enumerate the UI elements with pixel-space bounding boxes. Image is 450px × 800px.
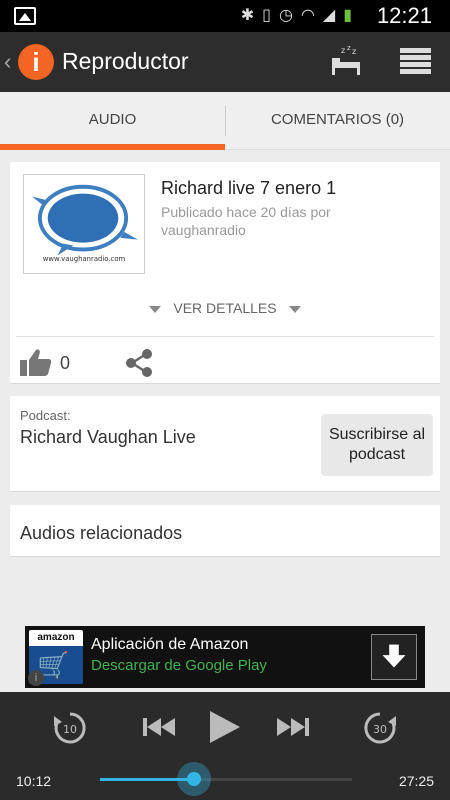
divider bbox=[16, 336, 434, 337]
podcast-name[interactable]: Richard Vaughan Live bbox=[20, 427, 196, 448]
thumbnail-url-text: www.vaughanradio.com bbox=[43, 255, 126, 263]
podcast-label: Podcast: bbox=[20, 408, 71, 423]
status-icons: ✱ ▯ ◷ ◠ ◢ ▮ bbox=[241, 5, 352, 27]
wifi-icon: ◠ bbox=[300, 7, 315, 24]
forward-seconds: 30 bbox=[373, 723, 387, 736]
tab-bar: AUDIO COMENTARIOS (0) bbox=[0, 92, 450, 150]
play-icon[interactable] bbox=[206, 709, 242, 745]
battery-icon: ▮ bbox=[343, 7, 352, 24]
back-chevron-icon[interactable]: ‹ bbox=[4, 49, 11, 75]
bluetooth-icon: ✱ bbox=[240, 7, 255, 24]
episode-card: www.vaughanradio.com Richard live 7 ener… bbox=[10, 162, 440, 384]
alarm-icon: ◷ bbox=[278, 7, 293, 24]
status-time: 12:21 bbox=[376, 3, 432, 28]
ad-info-icon[interactable]: i bbox=[28, 670, 44, 686]
ad-subtitle: Descargar de Google Play bbox=[91, 657, 267, 674]
seek-handle[interactable] bbox=[177, 762, 211, 796]
action-bar: ‹ i Reproductor z z z bbox=[0, 32, 450, 92]
tab-comments[interactable]: COMENTARIOS (0) bbox=[225, 92, 450, 150]
next-track-icon[interactable] bbox=[275, 716, 309, 738]
svg-text:z: z bbox=[352, 47, 356, 56]
episode-title: Richard live 7 enero 1 bbox=[161, 178, 337, 198]
svg-text:z: z bbox=[341, 46, 345, 55]
ad-title: Aplicación de Amazon bbox=[91, 636, 249, 653]
tab-audio[interactable]: AUDIO bbox=[0, 92, 225, 150]
thumbs-up-icon[interactable] bbox=[20, 348, 52, 376]
download-icon[interactable] bbox=[371, 634, 417, 680]
details-toggle[interactable]: VER DETALLES bbox=[10, 300, 440, 316]
forward-30-icon[interactable]: 30 bbox=[362, 710, 398, 746]
chevron-down-icon bbox=[149, 305, 162, 313]
like-count: 0 bbox=[60, 353, 71, 373]
image-notification-icon bbox=[14, 7, 36, 25]
podcast-card: Podcast: Richard Vaughan Live Suscribirs… bbox=[10, 396, 440, 492]
amazon-brand-text: amazon bbox=[29, 630, 83, 646]
app-logo-icon[interactable]: i bbox=[18, 44, 54, 80]
related-audios-card[interactable]: Audios relacionados bbox=[10, 505, 440, 557]
rewind-10-icon[interactable]: 10 bbox=[52, 710, 88, 746]
details-label: VER DETALLES bbox=[173, 300, 277, 316]
episode-meta: Publicado hace 20 días por vaughanradio bbox=[161, 204, 331, 238]
status-bar: ✱ ▯ ◷ ◠ ◢ ▮ 12:21 bbox=[0, 0, 450, 32]
episode-thumbnail[interactable]: www.vaughanradio.com bbox=[23, 174, 145, 274]
playlist-menu-icon[interactable] bbox=[400, 48, 431, 74]
subscribe-button[interactable]: Suscribirse al podcast bbox=[321, 414, 433, 476]
signal-icon: ◢ bbox=[322, 7, 336, 24]
chevron-down-icon bbox=[288, 305, 301, 313]
page-title: Reproductor bbox=[62, 48, 189, 74]
share-icon[interactable] bbox=[124, 348, 154, 378]
current-time: 10:12 bbox=[16, 773, 52, 789]
total-time: 27:25 bbox=[398, 773, 434, 789]
related-audios-label: Audios relacionados bbox=[20, 523, 183, 543]
audio-player: 10 30 10:12 27:25 bbox=[0, 692, 450, 800]
svg-text:z: z bbox=[347, 44, 351, 52]
vibrate-icon: ▯ bbox=[262, 7, 271, 24]
ad-banner[interactable]: amazon 🛒 i Aplicación de Amazon Descarga… bbox=[25, 626, 425, 688]
previous-track-icon[interactable] bbox=[143, 716, 177, 738]
sleep-timer-icon[interactable]: z z z bbox=[330, 44, 362, 78]
rewind-seconds: 10 bbox=[63, 723, 77, 736]
